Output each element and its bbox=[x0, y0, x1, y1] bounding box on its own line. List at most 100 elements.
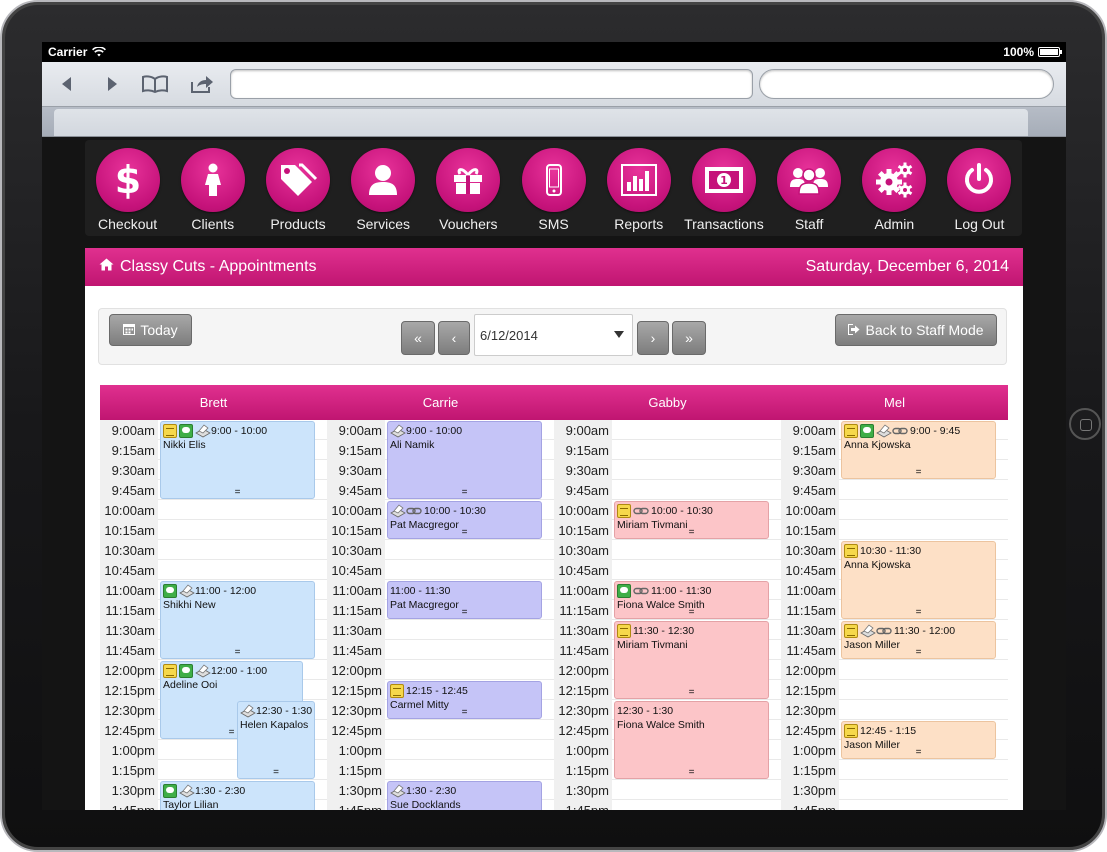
time-slot[interactable] bbox=[385, 620, 554, 640]
nav-vouchers[interactable]: Vouchers bbox=[426, 140, 511, 236]
time-slot[interactable] bbox=[612, 540, 781, 560]
home-button[interactable] bbox=[1069, 408, 1101, 440]
time-slot[interactable] bbox=[612, 480, 781, 500]
staff-header-brett: Brett bbox=[199, 395, 228, 410]
resize-handle[interactable]: = bbox=[161, 488, 314, 498]
resize-handle[interactable]: = bbox=[388, 608, 541, 618]
time-slot[interactable] bbox=[839, 760, 1008, 780]
last-page-button[interactable]: » bbox=[672, 321, 706, 355]
nav-services[interactable]: Services bbox=[341, 140, 426, 236]
time-slot[interactable] bbox=[385, 640, 554, 660]
link-icon bbox=[633, 504, 649, 518]
time-slot[interactable] bbox=[385, 760, 554, 780]
appointment-time: 12:00 - 1:00 bbox=[211, 664, 268, 677]
resize-handle[interactable]: = bbox=[615, 688, 768, 698]
time-slot[interactable] bbox=[612, 460, 781, 480]
nav-staff[interactable]: Staff bbox=[767, 140, 852, 236]
back-arrow-icon[interactable] bbox=[52, 72, 82, 96]
appointment-block[interactable]: 11:00 - 12:00 Shikhi New = bbox=[160, 581, 315, 659]
nav-reports[interactable]: Reports bbox=[596, 140, 681, 236]
resize-handle[interactable]: = bbox=[615, 528, 768, 538]
first-page-button[interactable]: « bbox=[401, 321, 435, 355]
back-to-staff-button[interactable]: Back to Staff Mode bbox=[835, 314, 997, 346]
nav-admin[interactable]: Admin bbox=[852, 140, 937, 236]
nav-products[interactable]: Products bbox=[255, 140, 340, 236]
appointment-block[interactable]: 10:30 - 11:30 Anna Kjowska = bbox=[841, 541, 996, 619]
time-slot[interactable] bbox=[158, 540, 327, 560]
appointment-time: 10:00 - 10:30 bbox=[651, 504, 713, 517]
resize-handle[interactable]: = bbox=[842, 648, 995, 658]
nav-sms[interactable]: SMS bbox=[511, 140, 596, 236]
resize-handle[interactable]: = bbox=[238, 768, 314, 778]
appointment-block[interactable]: 11:30 - 12:00 Jason Miller = bbox=[841, 621, 996, 659]
date-select[interactable]: 6/12/2014 bbox=[474, 314, 633, 356]
time-slot[interactable] bbox=[385, 720, 554, 740]
bookmarks-icon[interactable] bbox=[140, 72, 170, 96]
next-day-button[interactable]: › bbox=[637, 321, 669, 355]
url-field[interactable] bbox=[230, 69, 753, 99]
resize-handle[interactable]: = bbox=[161, 648, 314, 658]
time-slot[interactable] bbox=[612, 440, 781, 460]
resize-handle[interactable]: = bbox=[615, 608, 768, 618]
time-slot[interactable] bbox=[612, 560, 781, 580]
appointment-client: Nikki Elis bbox=[163, 439, 206, 451]
today-button[interactable]: Today bbox=[109, 314, 192, 346]
resize-handle[interactable]: = bbox=[615, 768, 768, 778]
appointment-client: Anna Kjowska bbox=[844, 439, 911, 451]
appointment-block[interactable]: 11:00 - 11:30 Pat Macgregor = bbox=[387, 581, 542, 619]
payment-icon bbox=[390, 423, 406, 438]
resize-handle[interactable]: = bbox=[388, 528, 541, 538]
time-slot[interactable] bbox=[612, 780, 781, 800]
sms-icon bbox=[179, 663, 193, 678]
nav-clients[interactable]: Clients bbox=[170, 140, 255, 236]
time-slot[interactable] bbox=[839, 480, 1008, 500]
time-slot[interactable] bbox=[158, 500, 327, 520]
time-slot[interactable] bbox=[839, 800, 1008, 810]
nav-transactions[interactable]: 1 Transactions bbox=[681, 140, 766, 236]
time-slot[interactable] bbox=[385, 660, 554, 680]
time-label: 12:45pm bbox=[331, 722, 382, 738]
staff-column-gabby: 9:00am 9:15am 9:30am 9:45am 10:00am 10:15am 10… bbox=[554, 420, 781, 810]
appointment-block[interactable]: 12:30 - 1:30 Fiona Walce Smith = bbox=[614, 701, 769, 779]
appointment-block[interactable]: 12:30 - 1:30 Helen Kapalos = bbox=[237, 701, 315, 779]
time-slot[interactable] bbox=[158, 520, 327, 540]
time-label: 9:30am bbox=[792, 462, 836, 478]
appointment-block[interactable]: 11:00 - 11:30 Fiona Walce Smith = bbox=[614, 581, 769, 619]
forward-arrow-icon[interactable] bbox=[97, 72, 127, 96]
time-slot[interactable] bbox=[839, 780, 1008, 800]
appointment-block[interactable]: 9:00 - 10:00 Nikki Elis = bbox=[160, 421, 315, 499]
link-icon bbox=[633, 584, 649, 598]
appointment-block[interactable]: 1:30 - 2:30Sue Docklands= bbox=[387, 781, 542, 810]
resize-handle[interactable]: = bbox=[842, 748, 995, 758]
search-field[interactable] bbox=[759, 69, 1054, 99]
time-slot[interactable] bbox=[839, 700, 1008, 720]
resize-handle[interactable]: = bbox=[842, 608, 995, 618]
date-controls: Today « ‹ 6/12/2014 › » Back to Staff Mo… bbox=[98, 308, 1007, 365]
appointment-block[interactable]: 12:45 - 1:15 Jason Miller = bbox=[841, 721, 996, 759]
resize-handle[interactable]: = bbox=[842, 468, 995, 478]
time-slot[interactable] bbox=[612, 800, 781, 810]
nav-log-out[interactable]: Log Out bbox=[937, 140, 1022, 236]
appointment-block[interactable]: 11:30 - 12:30 Miriam Tivmani = bbox=[614, 621, 769, 699]
time-slot[interactable] bbox=[839, 680, 1008, 700]
time-slot[interactable] bbox=[385, 540, 554, 560]
share-icon[interactable] bbox=[187, 72, 217, 96]
nav-checkout[interactable]: $ Checkout bbox=[85, 140, 170, 236]
time-label: 10:45am bbox=[558, 562, 609, 578]
appointment-block[interactable]: 10:00 - 10:30 Miriam Tivmani = bbox=[614, 501, 769, 539]
time-slot[interactable] bbox=[839, 660, 1008, 680]
time-slot[interactable] bbox=[385, 740, 554, 760]
time-slot[interactable] bbox=[158, 560, 327, 580]
time-slot[interactable] bbox=[612, 420, 781, 440]
time-slot[interactable] bbox=[839, 520, 1008, 540]
appointment-block[interactable]: 10:00 - 10:30 Pat Macgregor = bbox=[387, 501, 542, 539]
appointment-block[interactable]: 9:00 - 9:45 Anna Kjowska = bbox=[841, 421, 996, 479]
prev-day-button[interactable]: ‹ bbox=[438, 321, 470, 355]
appointment-block[interactable]: 12:15 - 12:45 Carmel Mitty = bbox=[387, 681, 542, 719]
resize-handle[interactable]: = bbox=[388, 488, 541, 498]
appointment-block[interactable]: 9:00 - 10:00 Ali Namik = bbox=[387, 421, 542, 499]
appointment-block[interactable]: 1:30 - 2:30Taylor Lilian= bbox=[160, 781, 315, 810]
resize-handle[interactable]: = bbox=[388, 708, 541, 718]
time-slot[interactable] bbox=[839, 500, 1008, 520]
time-slot[interactable] bbox=[385, 560, 554, 580]
